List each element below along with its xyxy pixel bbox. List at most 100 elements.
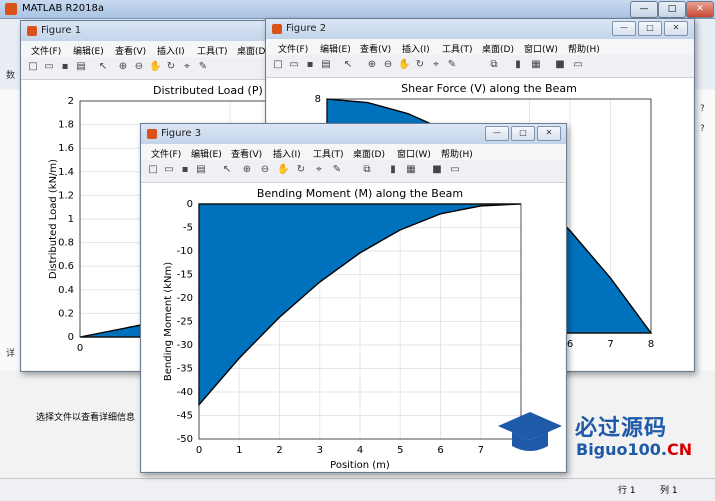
data-cursor-icon[interactable]: ⌖ [313,164,325,176]
pointer-icon[interactable]: ↖ [221,164,233,176]
menu-view[interactable]: 查看(V) [360,42,391,55]
legend-icon[interactable]: ▦ [530,59,542,71]
zoom-out-icon[interactable]: ⊖ [133,61,145,73]
y-tick-label: 1 [68,214,74,225]
menu-help[interactable]: 帮助(H) [568,42,600,55]
menu-insert[interactable]: 插入(I) [402,42,430,55]
menu-file[interactable]: 文件(F) [151,147,181,160]
status-bar: 行 1 列 1 [0,478,715,501]
print-icon[interactable]: ▤ [320,59,332,71]
y-tick-label: -5 [183,223,193,234]
pointer-icon[interactable]: ↖ [342,59,354,71]
maximize-button[interactable]: □ [658,1,686,18]
dock-icon[interactable]: ▭ [572,59,584,71]
data-cursor-icon[interactable]: ⌖ [181,61,193,73]
status-col-value: 1 [671,486,678,496]
y-tick-label: 0.6 [58,261,74,272]
colorbar-icon[interactable]: ▮ [387,164,399,176]
menu-tools[interactable]: 工具(T) [197,44,228,57]
minimize-button[interactable]: — [485,126,509,141]
y-tick-label: -35 [177,364,193,375]
dock-icon[interactable]: ▭ [449,164,461,176]
minimize-button[interactable]: — [630,1,658,18]
menu-desktop[interactable]: 桌面(D) [482,42,514,55]
x-tick-label: 8 [648,339,654,350]
status-row: 行 1 [618,483,636,496]
zoom-in-icon[interactable]: ⊕ [117,61,129,73]
figure-toolbar: □ ▭ ▪ ▤ ↖ ⊕ ⊖ ✋ ↻ ⌖ ✎ ⧉ ▮ ▦ ■ ▭ [266,55,694,78]
menu-desktop[interactable]: 桌面(D) [353,147,385,160]
new-figure-icon[interactable]: □ [27,61,39,73]
menu-help[interactable]: 帮助(H) [441,147,473,160]
pan-icon[interactable]: ✋ [277,164,289,176]
menu-tools[interactable]: 工具(T) [442,42,473,55]
figure-title: Figure 3 [161,128,202,139]
y-tick-label: 1.2 [58,190,74,201]
menu-insert[interactable]: 插入(I) [157,44,185,57]
minimize-button[interactable]: — [612,21,636,36]
print-icon[interactable]: ▤ [75,61,87,73]
menu-window[interactable]: 窗口(W) [524,42,558,55]
rotate-icon[interactable]: ↻ [414,59,426,71]
x-tick-label: 5 [397,445,403,456]
close-button[interactable]: ✕ [686,1,714,18]
save-icon[interactable]: ▪ [179,164,191,176]
y-axis-label: Bending Moment (kNm) [163,262,174,381]
link-plot-icon[interactable]: ⧉ [361,164,373,176]
watermark-url-main: Biguo100. [576,440,667,459]
zoom-out-icon[interactable]: ⊖ [382,59,394,71]
details-hint: 选择文件以查看详细信息 [36,413,136,423]
link-plot-icon[interactable]: ⧉ [488,59,500,71]
open-file-icon[interactable]: ▭ [288,59,300,71]
zoom-out-icon[interactable]: ⊖ [259,164,271,176]
menu-view[interactable]: 查看(V) [115,44,146,57]
brush-icon[interactable]: ✎ [331,164,343,176]
y-tick-label: 1.8 [58,120,74,131]
hide-tools-icon[interactable]: ■ [554,59,566,71]
brush-icon[interactable]: ✎ [446,59,458,71]
open-file-icon[interactable]: ▭ [43,61,55,73]
chart-title: Shear Force (V) along the Beam [401,82,577,95]
print-icon[interactable]: ▤ [195,164,207,176]
menu-view[interactable]: 查看(V) [231,147,262,160]
x-tick-label: 6 [567,339,573,350]
menu-file[interactable]: 文件(F) [278,42,308,55]
help-icon[interactable]: ? [700,104,705,114]
data-cursor-icon[interactable]: ⌖ [430,59,442,71]
maximize-button[interactable]: □ [638,21,662,36]
figure-icon [272,24,282,34]
rotate-icon[interactable]: ↻ [295,164,307,176]
save-icon[interactable]: ▪ [304,59,316,71]
pan-icon[interactable]: ✋ [398,59,410,71]
save-icon[interactable]: ▪ [59,61,71,73]
menu-edit[interactable]: 编辑(E) [320,42,351,55]
brush-icon[interactable]: ✎ [197,61,209,73]
figure-menubar: 文件(F) 编辑(E) 查看(V) 插入(I) 工具(T) 桌面(D) 窗口(W… [266,39,694,55]
open-file-icon[interactable]: ▭ [163,164,175,176]
zoom-in-icon[interactable]: ⊕ [366,59,378,71]
pointer-icon[interactable]: ↖ [97,61,109,73]
y-axis-label: Distributed Load (kN/m) [48,159,59,279]
zoom-in-icon[interactable]: ⊕ [241,164,253,176]
panel-label-char: 详 [6,349,16,359]
colorbar-icon[interactable]: ▮ [512,59,524,71]
hide-tools-icon[interactable]: ■ [431,164,443,176]
figure-menubar: 文件(F) 编辑(E) 查看(V) 插入(I) 工具(T) 桌面(D) 窗口(W… [141,144,566,160]
help-icon[interactable]: ? [700,124,705,134]
rotate-icon[interactable]: ↻ [165,61,177,73]
close-button[interactable]: ✕ [664,21,688,36]
x-tick-label: 0 [196,445,202,456]
menu-window[interactable]: 窗口(W) [397,147,431,160]
pan-icon[interactable]: ✋ [149,61,161,73]
y-tick-label: -45 [177,411,193,422]
legend-icon[interactable]: ▦ [405,164,417,176]
new-figure-icon[interactable]: □ [272,59,284,71]
menu-edit[interactable]: 编辑(E) [191,147,222,160]
new-figure-icon[interactable]: □ [147,164,159,176]
menu-file[interactable]: 文件(F) [31,44,61,57]
menu-tools[interactable]: 工具(T) [313,147,344,160]
menu-insert[interactable]: 插入(I) [273,147,301,160]
maximize-button[interactable]: □ [511,126,535,141]
close-button[interactable]: ✕ [537,126,561,141]
menu-edit[interactable]: 编辑(E) [73,44,104,57]
